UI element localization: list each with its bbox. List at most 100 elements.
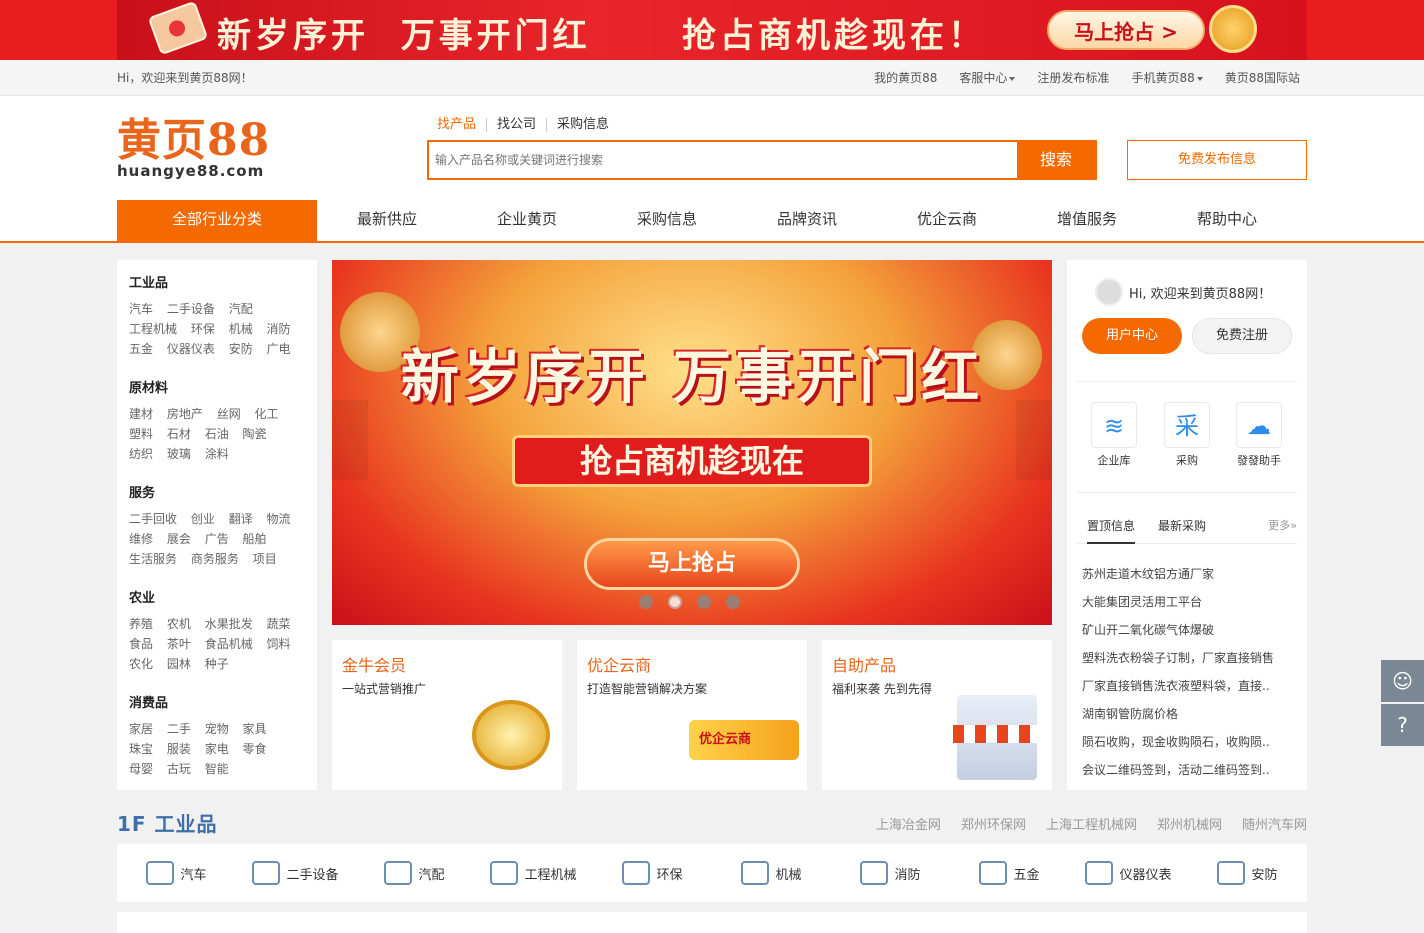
- category-link[interactable]: 生活服务: [129, 552, 177, 566]
- customer-service-icon[interactable]: ☺: [1381, 660, 1424, 702]
- list-item[interactable]: 苏州走道木纹铝方通厂家: [1082, 560, 1274, 588]
- floor-category-item[interactable]: 工程机械: [474, 861, 593, 885]
- category-link[interactable]: 建材: [129, 407, 153, 421]
- nav-brand-news[interactable]: 品牌资讯: [737, 200, 877, 241]
- international-site-link[interactable]: 黄页88国际站: [1225, 60, 1300, 96]
- category-title[interactable]: 原材料: [129, 377, 317, 396]
- category-link[interactable]: 石油: [205, 427, 229, 441]
- tab-purchase-info[interactable]: 采购信息: [546, 118, 619, 132]
- banner-dot[interactable]: [697, 595, 711, 609]
- category-link[interactable]: 智能: [205, 762, 229, 776]
- nav-purchase-info[interactable]: 采购信息: [597, 200, 737, 241]
- category-title[interactable]: 农业: [129, 587, 317, 606]
- category-link[interactable]: 二手设备: [167, 302, 215, 316]
- category-link[interactable]: 机械: [229, 322, 253, 336]
- category-link[interactable]: 维修: [129, 532, 153, 546]
- category-link[interactable]: 塑料: [129, 427, 153, 441]
- category-link[interactable]: 汽配: [229, 302, 253, 316]
- site-logo[interactable]: 黄页88 huangye88.com: [117, 118, 270, 181]
- list-item[interactable]: 矿山开二氧化碳气体爆破: [1082, 616, 1274, 644]
- category-link[interactable]: 房地产: [167, 407, 203, 421]
- banner-dot[interactable]: [668, 595, 682, 609]
- category-link[interactable]: 化工: [255, 407, 279, 421]
- category-link[interactable]: 家具: [243, 722, 267, 736]
- floor-category-item[interactable]: 汽配: [355, 861, 474, 885]
- category-link[interactable]: 二手回收: [129, 512, 177, 526]
- category-link[interactable]: 水果批发: [205, 617, 253, 631]
- nav-value-added[interactable]: 增值服务: [1017, 200, 1157, 241]
- category-link[interactable]: 广电: [267, 342, 291, 356]
- nav-help-center[interactable]: 帮助中心: [1157, 200, 1297, 241]
- floor-site-link[interactable]: 随州汽车网: [1242, 814, 1307, 833]
- category-link[interactable]: 船舶: [243, 532, 267, 546]
- tab-find-product[interactable]: 找产品: [437, 118, 486, 132]
- tab-find-company[interactable]: 找公司: [486, 118, 546, 132]
- floor-category-item[interactable]: 环保: [593, 861, 712, 885]
- floor-site-link[interactable]: 郑州环保网: [961, 814, 1026, 833]
- help-icon[interactable]: ?: [1381, 704, 1424, 746]
- banner-next-arrow[interactable]: [1016, 400, 1052, 480]
- service-center-link[interactable]: 客服中心: [959, 60, 1016, 96]
- category-title[interactable]: 服务: [129, 482, 317, 501]
- category-link[interactable]: 农化: [129, 657, 153, 671]
- top-banner-cta-button[interactable]: 马上抢占 >: [1047, 10, 1205, 50]
- free-publish-button[interactable]: 免费发布信息: [1127, 140, 1307, 180]
- more-link[interactable]: 更多»: [1268, 517, 1297, 533]
- category-link[interactable]: 种子: [205, 657, 229, 671]
- category-title[interactable]: 工业品: [129, 272, 317, 291]
- tab-pinned-info[interactable]: 置顶信息: [1087, 517, 1136, 544]
- category-link[interactable]: 珠宝: [129, 742, 153, 756]
- category-link[interactable]: 仪器仪表: [167, 342, 215, 356]
- hero-banner[interactable]: 新岁序开 万事开门红 抢占商机趁现在 马上抢占: [332, 260, 1052, 625]
- floor-category-item[interactable]: 安防: [1188, 861, 1307, 885]
- category-link[interactable]: 广告: [205, 532, 229, 546]
- category-link[interactable]: 二手: [167, 722, 191, 736]
- floor-category-item[interactable]: 汽车: [117, 861, 236, 885]
- free-register-button[interactable]: 免费注册: [1192, 318, 1292, 354]
- category-title[interactable]: 消费品: [129, 692, 317, 711]
- promo-card-gold-member[interactable]: 金牛会员 一站式营销推广: [332, 640, 562, 790]
- banner-dot[interactable]: [639, 595, 653, 609]
- list-item[interactable]: 大能集团灵活用工平台: [1082, 588, 1274, 616]
- banner-prev-arrow[interactable]: [332, 400, 368, 480]
- category-link[interactable]: 商务服务: [191, 552, 239, 566]
- category-link[interactable]: 食品机械: [205, 637, 253, 651]
- category-link[interactable]: 陶瓷: [243, 427, 267, 441]
- category-link[interactable]: 创业: [191, 512, 215, 526]
- category-link[interactable]: 母婴: [129, 762, 153, 776]
- category-link[interactable]: 古玩: [167, 762, 191, 776]
- publish-standard-link[interactable]: 注册发布标准: [1037, 60, 1109, 96]
- list-item[interactable]: 塑料洗衣粉袋子订制，厂家直接销售: [1082, 644, 1274, 672]
- category-link[interactable]: 蔬菜: [267, 617, 291, 631]
- floor-category-item[interactable]: 仪器仪表: [1069, 861, 1188, 885]
- category-link[interactable]: 涂料: [205, 447, 229, 461]
- category-link[interactable]: 物流: [267, 512, 291, 526]
- category-link[interactable]: 家居: [129, 722, 153, 736]
- nav-company-directory[interactable]: 企业黄页: [457, 200, 597, 241]
- quick-link-purchase[interactable]: 采 采购: [1163, 402, 1211, 468]
- list-item[interactable]: 会议二维码签到，活动二维码签到..: [1082, 756, 1274, 784]
- quick-link-company-library[interactable]: ≋ 企业库: [1090, 402, 1138, 468]
- category-link[interactable]: 园林: [167, 657, 191, 671]
- category-link[interactable]: 农机: [167, 617, 191, 631]
- search-button[interactable]: 搜索: [1017, 142, 1095, 178]
- user-center-button[interactable]: 用户中心: [1082, 318, 1182, 354]
- list-item[interactable]: 厂家直接销售洗衣液塑料袋，直接..: [1082, 672, 1274, 700]
- category-link[interactable]: 饲料: [267, 637, 291, 651]
- floor-category-item[interactable]: 消防: [831, 861, 950, 885]
- category-link[interactable]: 工程机械: [129, 322, 177, 336]
- category-link[interactable]: 茶叶: [167, 637, 191, 651]
- top-promo-banner[interactable]: 新岁序开 万事开门红 抢占商机趁现在！ 马上抢占 >: [0, 0, 1424, 60]
- search-input[interactable]: [429, 142, 1019, 178]
- mobile-site-link[interactable]: 手机黄页88: [1131, 60, 1203, 96]
- promo-card-cloud-commerce[interactable]: 优企云商 打造智能营销解决方案 优企云商: [577, 640, 807, 790]
- category-link[interactable]: 家电: [205, 742, 229, 756]
- category-link[interactable]: 翻译: [229, 512, 253, 526]
- category-link[interactable]: 展会: [167, 532, 191, 546]
- category-link[interactable]: 纺织: [129, 447, 153, 461]
- tab-latest-purchase[interactable]: 最新采购: [1158, 517, 1206, 534]
- nav-cloud-commerce[interactable]: 优企云商: [877, 200, 1017, 241]
- category-link[interactable]: 宠物: [205, 722, 229, 736]
- nav-latest-supply[interactable]: 最新供应: [317, 200, 457, 241]
- category-link[interactable]: 项目: [253, 552, 277, 566]
